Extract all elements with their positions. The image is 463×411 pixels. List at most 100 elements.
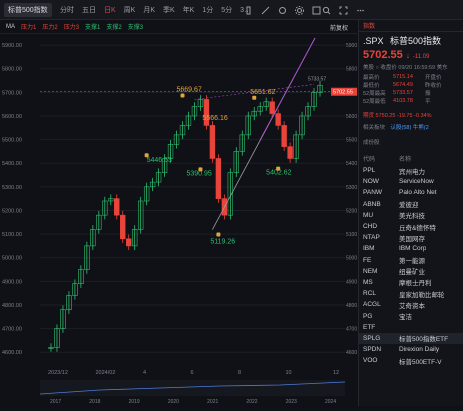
stock-name: ServiceNow: [399, 178, 434, 186]
period-tab[interactable]: 周K: [120, 5, 140, 15]
indicator-label[interactable]: 压力1: [21, 22, 36, 31]
stock-name: 纽曼矿业: [399, 269, 425, 277]
draw-icon[interactable]: [260, 5, 271, 16]
panel-tab[interactable]: 指数: [359, 20, 463, 32]
stat-value: 5733.57: [393, 90, 413, 96]
search-icon[interactable]: [321, 5, 332, 16]
stat-row: 52周最高 5733.57 振: [359, 89, 463, 97]
list-item[interactable]: PANW Palo Alto Net: [359, 187, 463, 198]
period-tab[interactable]: 分时: [56, 5, 78, 15]
symbol-tab[interactable]: 标普500指数: [4, 3, 52, 17]
quote-panel: 指数 .SPX 标普500指数 5702.55 ↓ -11.09 美股 ○ 收盘…: [358, 20, 463, 406]
list-item[interactable]: SPLG 标普500指数ETF: [359, 332, 463, 344]
period-tab[interactable]: 1分: [198, 5, 217, 15]
stat-row: 52周最低 4103.78 平: [359, 97, 463, 105]
list-item[interactable]: VOO 标普500ETF-V: [359, 355, 463, 366]
list-item[interactable]: RCL 皇家加勒比邮轮: [359, 288, 463, 299]
candle-body: [269, 101, 275, 114]
annotation-h2: 5651.62: [250, 89, 275, 96]
navigator-bg: [40, 380, 345, 396]
price-chart[interactable]: 5900.00 5800.00 5700.00 5600.00 5500.00 5400.…: [0, 34, 364, 406]
indicator-label[interactable]: 支撑2: [106, 22, 121, 31]
y-tick-label-right: 5300.00: [346, 185, 357, 191]
y-tick-label: 4600.00: [2, 350, 22, 356]
candle-icon[interactable]: [243, 5, 254, 16]
constituents-title: 成份股: [363, 140, 380, 146]
constituent-list: PPL 宾州电力 NOW ServiceNow PANW Palo Alto Net ABN…: [359, 165, 463, 366]
stock-name: 摩根士丹利: [399, 280, 432, 288]
period-tab[interactable]: 季K: [159, 5, 179, 15]
compare-icon[interactable]: [277, 5, 288, 16]
x-tick-label: 2023/12: [48, 370, 68, 376]
stat-row: 最低价 5674.49 昨收价: [359, 81, 463, 89]
event-marker: [198, 167, 203, 172]
stock-name: IBM Corp: [399, 245, 427, 253]
x-tick-label: 2024/02: [96, 370, 116, 376]
y-tick-label: 5800.00: [2, 67, 22, 73]
list-item[interactable]: ETF: [359, 322, 463, 333]
stock-code: FE: [363, 256, 372, 264]
list-item[interactable]: FE 第一能源: [359, 255, 463, 266]
list-item[interactable]: MU 美光科技: [359, 210, 463, 221]
related-line: 相关板块 认股(58) 牛熊(2: [359, 121, 463, 133]
stock-name: 第一能源: [399, 258, 425, 266]
list-item[interactable]: NOW ServiceNow: [359, 176, 463, 187]
indicator-label[interactable]: 压力3: [64, 22, 79, 31]
period-tab[interactable]: 月K: [139, 5, 159, 15]
stat-label: 最低价: [363, 83, 380, 89]
y-tick-label-right: 4600.00: [346, 350, 357, 356]
stock-name: 美光科技: [399, 213, 425, 221]
more-icon[interactable]: [355, 5, 366, 16]
list-item[interactable]: NTAP 美国网存: [359, 232, 463, 243]
candle-body: [275, 113, 281, 126]
list-item[interactable]: IBM IBM Corp: [359, 243, 463, 254]
indicator-label[interactable]: 压力2: [42, 22, 57, 31]
nav-tick-label: 2017: [50, 399, 61, 405]
stat-value: 5715.14: [393, 74, 413, 80]
y-tick-label: 4900.00: [2, 279, 22, 285]
stats-block: 最高价 5715.14 开盘价 最低价 5674.49 昨收价 52周最高 5733.57 振 5…: [359, 73, 463, 105]
event-marker: [144, 153, 149, 158]
indicator-label[interactable]: 支撑3: [128, 22, 143, 31]
list-item[interactable]: ABNB 爱彼迎: [359, 199, 463, 210]
event-marker: [252, 95, 257, 100]
period-tab[interactable]: 日K: [100, 5, 120, 15]
list-item[interactable]: PG 宝洁: [359, 310, 463, 322]
stock-name: 丘奇&德怀特: [399, 224, 436, 232]
settings-icon[interactable]: [294, 5, 305, 16]
y-tick-label: 5600.00: [2, 114, 22, 120]
period-tab[interactable]: 5分: [217, 5, 236, 15]
stock-code: PPL: [363, 167, 376, 175]
indicator-label[interactable]: MA: [6, 24, 15, 30]
nav-tick-label: 2020: [168, 399, 179, 405]
related-tags[interactable]: 认股(58) 牛熊(2: [391, 125, 429, 131]
x-tick-label: 12: [333, 370, 339, 376]
list-item[interactable]: PPL 宾州电力: [359, 165, 463, 176]
stock-code: NTAP: [363, 234, 380, 242]
y-tick-label-right: 5100.00: [346, 232, 357, 238]
stock-code: PANW: [363, 189, 383, 197]
y-tick-label-right: 5000.00: [346, 256, 357, 262]
list-item[interactable]: NEM 纽曼矿业: [359, 266, 463, 277]
period-tab[interactable]: 五日: [78, 5, 100, 15]
y-tick-label: 4700.00: [2, 327, 22, 333]
period-tab[interactable]: 年K: [179, 5, 199, 15]
nav-tick-label: 2018: [89, 399, 100, 405]
list-item[interactable]: SPDN Direxion Daily: [359, 344, 463, 355]
indicator-label[interactable]: 支撑1: [85, 22, 100, 31]
stock-name: Direxion Daily: [399, 346, 440, 354]
y-tick-label: 5700.00: [2, 90, 22, 96]
event-marker: [216, 232, 221, 237]
adjust-mode-button[interactable]: 前复权: [330, 23, 348, 32]
expand-icon[interactable]: [338, 5, 349, 16]
stock-code: MS: [363, 278, 373, 286]
list-item[interactable]: CHD 丘奇&德怀特: [359, 221, 463, 232]
list-item[interactable]: MS 摩根士丹利: [359, 277, 463, 288]
stat-label: 52周最低: [363, 99, 386, 105]
stat-label-2: 平: [425, 99, 431, 105]
candle-body: [209, 125, 216, 159]
list-item[interactable]: ACGL 艾奇资本: [359, 299, 463, 310]
col-code: 代码: [363, 157, 376, 163]
nav-tick-label: 2019: [129, 399, 140, 405]
stock-name: 宾州电力: [399, 168, 425, 176]
